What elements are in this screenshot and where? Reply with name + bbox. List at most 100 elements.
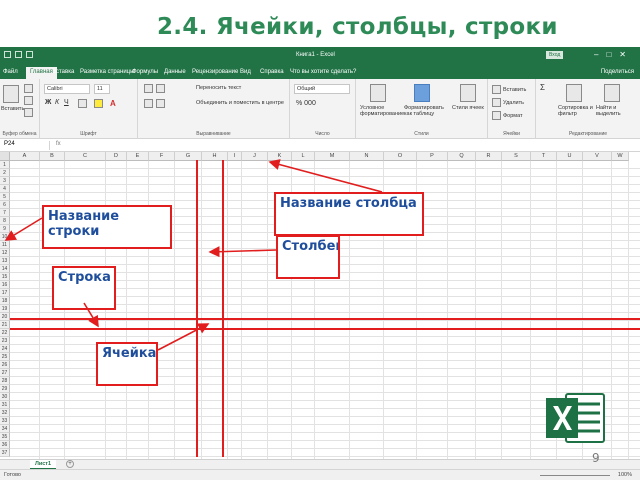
tab-8[interactable]: Справка	[260, 69, 284, 75]
select-all-corner[interactable]	[0, 152, 10, 161]
find-select-icon[interactable]	[604, 84, 620, 102]
row-header-31[interactable]: 31	[0, 401, 10, 409]
row-header-29[interactable]: 29	[0, 385, 10, 393]
sort-filter-button[interactable]: Сортировка и фильтр	[558, 105, 594, 117]
cut-icon[interactable]	[24, 84, 33, 93]
insert-cells-icon[interactable]	[492, 85, 501, 94]
row-header-24[interactable]: 24	[0, 345, 10, 353]
tab-3[interactable]: Разметка страницы	[80, 69, 134, 75]
tab-2[interactable]: Вставка	[52, 69, 74, 75]
format-as-table-icon[interactable]	[414, 84, 430, 102]
row-header-26[interactable]: 26	[0, 361, 10, 369]
row-header-30[interactable]: 30	[0, 393, 10, 401]
row-header-34[interactable]: 34	[0, 425, 10, 433]
tab-7[interactable]: Вид	[240, 69, 251, 75]
italic-button[interactable]: К	[55, 99, 59, 106]
row-header-11[interactable]: 11	[0, 241, 10, 249]
column-header-J[interactable]: J	[242, 152, 268, 161]
find-select-button[interactable]: Найти и выделить	[596, 105, 634, 117]
bold-button[interactable]: Ж	[45, 99, 51, 106]
format-as-table-button[interactable]: Форматировать как таблицу	[404, 105, 446, 117]
align-left-icon[interactable]	[144, 99, 153, 108]
column-header-S[interactable]: S	[502, 152, 531, 161]
tab-5[interactable]: Данные	[164, 69, 186, 75]
row-header-21[interactable]: 21	[0, 321, 10, 329]
paste-icon[interactable]	[3, 85, 19, 103]
share-button[interactable]: Поделиться	[601, 69, 634, 75]
fx-label[interactable]: fx	[56, 141, 61, 147]
column-header-W[interactable]: W	[612, 152, 629, 161]
align-top-icon[interactable]	[144, 84, 153, 93]
row-header-16[interactable]: 16	[0, 281, 10, 289]
save-icon[interactable]	[4, 51, 11, 58]
row-header-4[interactable]: 4	[0, 185, 10, 193]
row-header-3[interactable]: 3	[0, 177, 10, 185]
tab-4[interactable]: Формулы	[132, 69, 158, 75]
column-header-Q[interactable]: Q	[448, 152, 476, 161]
tab-9[interactable]: Что вы хотите сделать?	[290, 69, 356, 75]
row-header-33[interactable]: 33	[0, 417, 10, 425]
column-header-P[interactable]: P	[417, 152, 448, 161]
number-format-select[interactable]: Общий	[294, 84, 350, 94]
font-name-select[interactable]: Calibri	[44, 84, 90, 94]
row-header-6[interactable]: 6	[0, 201, 10, 209]
column-header-V[interactable]: V	[583, 152, 612, 161]
fill-color-icon[interactable]	[94, 99, 103, 108]
row-header-12[interactable]: 12	[0, 249, 10, 257]
autosum-icon[interactable]: Σ	[540, 83, 545, 92]
column-header-I[interactable]: I	[228, 152, 242, 161]
format-painter-icon[interactable]	[24, 108, 33, 117]
row-header-23[interactable]: 23	[0, 337, 10, 345]
quick-access-toolbar[interactable]	[4, 51, 44, 61]
column-header-A[interactable]: A	[10, 152, 40, 161]
column-header-M[interactable]: M	[315, 152, 350, 161]
row-header-25[interactable]: 25	[0, 353, 10, 361]
column-header-H[interactable]: H	[202, 152, 228, 161]
row-header-1[interactable]: 1	[0, 161, 10, 169]
borders-icon[interactable]	[78, 99, 87, 108]
row-header-15[interactable]: 15	[0, 273, 10, 281]
sign-in-button[interactable]: Вход	[546, 51, 564, 59]
paste-button[interactable]: Вставить	[1, 106, 24, 112]
row-header-7[interactable]: 7	[0, 209, 10, 217]
merge-center-button[interactable]: Объединить и поместить в центре	[196, 100, 284, 106]
column-header-D[interactable]: D	[106, 152, 127, 161]
column-header-L[interactable]: L	[292, 152, 315, 161]
row-header-5[interactable]: 5	[0, 193, 10, 201]
column-header-F[interactable]: F	[149, 152, 175, 161]
row-header-17[interactable]: 17	[0, 289, 10, 297]
tab-6[interactable]: Рецензирование	[192, 69, 238, 75]
underline-button[interactable]: Ч	[64, 99, 69, 106]
align-center-icon[interactable]	[156, 99, 165, 108]
row-header-35[interactable]: 35	[0, 433, 10, 441]
column-header-E[interactable]: E	[127, 152, 149, 161]
redo-icon[interactable]	[26, 51, 33, 58]
format-cells-button[interactable]: Формат	[503, 113, 523, 119]
delete-cells-icon[interactable]	[492, 98, 501, 107]
zoom-level[interactable]: 100%	[618, 472, 632, 478]
insert-cells-button[interactable]: Вставить	[503, 87, 526, 93]
conditional-format-button[interactable]: Условное форматирование	[360, 105, 404, 117]
undo-icon[interactable]	[15, 51, 22, 58]
column-header-B[interactable]: B	[40, 152, 65, 161]
column-header-U[interactable]: U	[557, 152, 583, 161]
column-header-T[interactable]: T	[531, 152, 557, 161]
copy-icon[interactable]	[24, 96, 33, 105]
row-header-28[interactable]: 28	[0, 377, 10, 385]
font-size-select[interactable]: 11	[94, 84, 110, 94]
row-header-27[interactable]: 27	[0, 369, 10, 377]
zoom-slider[interactable]	[540, 475, 610, 476]
row-header-20[interactable]: 20	[0, 313, 10, 321]
column-header-O[interactable]: O	[384, 152, 417, 161]
window-controls[interactable]: –□✕	[594, 50, 634, 59]
add-sheet-button[interactable]: +	[66, 460, 74, 468]
column-header-C[interactable]: C	[65, 152, 106, 161]
cell-styles-button[interactable]: Стили ячеек	[452, 105, 486, 111]
delete-cells-button[interactable]: Удалить	[503, 100, 524, 106]
row-header-18[interactable]: 18	[0, 297, 10, 305]
row-header-10[interactable]: 10	[0, 233, 10, 241]
column-header-K[interactable]: K	[268, 152, 292, 161]
percent-button[interactable]: % 000	[296, 100, 316, 107]
row-header-13[interactable]: 13	[0, 257, 10, 265]
format-cells-icon[interactable]	[492, 111, 501, 120]
